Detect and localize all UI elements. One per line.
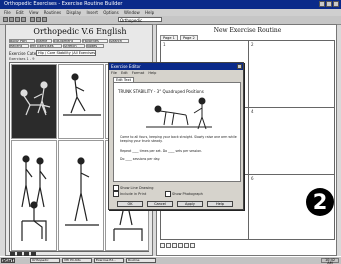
option-label: Include in Print xyxy=(120,192,147,196)
slot-label[interactable]: 4 xyxy=(251,109,254,114)
dialog-close-button[interactable] xyxy=(237,64,242,69)
exercise-thumbnail[interactable] xyxy=(11,140,57,251)
exercise-thumbnail[interactable] xyxy=(58,64,104,139)
page-icon[interactable] xyxy=(190,243,195,248)
menu-file[interactable]: File xyxy=(4,10,11,15)
paste-icon[interactable] xyxy=(42,17,47,22)
tab-recent[interactable]: Recent xyxy=(9,44,29,48)
menu-display[interactable]: Display xyxy=(66,10,81,15)
exercise-illustration xyxy=(146,97,212,130)
exercise-reps[interactable]: Repeat ____ times per set. Do ____ sets … xyxy=(120,149,238,153)
save-icon[interactable] xyxy=(15,17,20,22)
option-label: Show Line Drawing xyxy=(120,186,154,190)
page-icon[interactable] xyxy=(166,243,171,248)
checkbox-icon[interactable] xyxy=(165,191,171,197)
option-photograph[interactable]: Show Photograph xyxy=(165,191,203,197)
tab-favorites[interactable]: Favorites xyxy=(82,39,108,43)
print-icon[interactable] xyxy=(21,17,26,22)
taskbar-item[interactable]: Exercise Ed... xyxy=(94,258,124,263)
exercise-thumbnail[interactable] xyxy=(58,140,104,251)
dialog-menu-file[interactable]: File xyxy=(111,71,117,75)
copy-icon[interactable] xyxy=(36,17,41,22)
dialog-title-bar: Exercise Editor xyxy=(109,63,243,70)
screen: Orthopedic Exercises - Exercise Routine … xyxy=(0,0,341,264)
dialog-menu-edit[interactable]: Edit xyxy=(121,71,128,75)
library-title: Orthopedic V.6 English xyxy=(33,27,127,36)
cancel-button[interactable]: Cancel xyxy=(147,201,173,207)
slot-label[interactable]: 1 xyxy=(163,42,166,47)
slot-label[interactable]: 2 xyxy=(251,42,254,47)
dialog-title: Exercise Editor xyxy=(111,64,141,69)
tab-name[interactable]: Name xyxy=(36,39,52,43)
exercise-sessions[interactable]: Do ____ sessions per day. xyxy=(120,157,238,161)
slot-label[interactable]: 6 xyxy=(251,176,254,181)
close-button[interactable] xyxy=(333,1,339,7)
taskbar-item[interactable]: Routine xyxy=(126,258,156,263)
menu-bar: File Edit View Routines Display Insert O… xyxy=(0,9,341,16)
exercise-heading[interactable]: TRUNK STABILITY - 3° Quadruped Positions xyxy=(118,89,204,94)
taskbar: Start Orthopedic VHI PC-Kits Exercise Ed… xyxy=(0,256,341,264)
menu-insert[interactable]: Insert xyxy=(86,10,97,15)
option-label: Show Photograph xyxy=(172,192,203,196)
app-title-bar: Orthopedic Exercises - Exercise Routine … xyxy=(0,0,341,9)
exercise-thumbnail[interactable] xyxy=(11,64,57,139)
routine-toolbar xyxy=(160,243,195,248)
ok-button[interactable]: OK xyxy=(117,201,143,207)
category-select[interactable]: Hip / Core Stability (All Exercises) xyxy=(36,50,96,56)
grid-divider xyxy=(248,41,249,239)
menu-options[interactable]: Options xyxy=(103,10,118,15)
open-icon[interactable] xyxy=(9,17,14,22)
taskbar-item[interactable]: VHI PC-Kits xyxy=(62,258,92,263)
minimize-button[interactable] xyxy=(319,1,325,7)
routine-title: New Exercise Routine xyxy=(213,27,282,34)
menu-edit[interactable]: Edit xyxy=(16,10,24,15)
step-number-badge: 2 xyxy=(306,188,334,216)
menu-help[interactable]: Help xyxy=(145,10,154,15)
start-button[interactable]: Start xyxy=(1,258,15,263)
exercise-count: Exercises 1 - 9 xyxy=(9,57,35,61)
tab-search[interactable]: Search xyxy=(109,39,129,43)
page-icon[interactable] xyxy=(160,243,165,248)
page-icon[interactable] xyxy=(172,243,177,248)
taskbar-clock: 10:42 AM xyxy=(321,258,339,264)
page-icon[interactable] xyxy=(184,243,189,248)
dialog-menu-help[interactable]: Help xyxy=(148,71,156,75)
exercise-preview: TRUNK STABILITY - 3° Quadruped Positions… xyxy=(113,82,241,182)
checkbox-icon[interactable] xyxy=(113,191,119,197)
maximize-button[interactable] xyxy=(326,1,332,7)
page-icon[interactable] xyxy=(178,243,183,248)
tab-body-part[interactable]: Body Part xyxy=(9,39,35,43)
library-tabs: Body Part Name Equipment Favorites Searc… xyxy=(9,39,149,49)
option-include-print[interactable]: Include in Print xyxy=(113,191,146,197)
tab-stretch[interactable]: Stretch xyxy=(63,44,85,48)
app-title: Orthopedic Exercises - Exercise Routine … xyxy=(4,1,123,7)
cut-icon[interactable] xyxy=(30,17,35,22)
new-icon[interactable] xyxy=(3,17,8,22)
apply-button[interactable]: Apply xyxy=(177,201,203,207)
tab-equipment[interactable]: Equipment xyxy=(53,39,81,43)
tab-notes[interactable]: Notes xyxy=(86,44,104,48)
dialog-menu: File Edit Format Help xyxy=(111,71,159,75)
taskbar-item[interactable]: Orthopedic xyxy=(30,258,60,263)
dialog-menu-format[interactable]: Format xyxy=(132,71,144,75)
tab-my-exercises[interactable]: My Exercises xyxy=(30,44,62,48)
help-button[interactable]: Help xyxy=(207,201,233,207)
menu-view[interactable]: View xyxy=(29,10,39,15)
language-select[interactable]: Orthopedic xyxy=(118,17,162,23)
menu-window[interactable]: Window xyxy=(124,10,140,15)
menu-routines[interactable]: Routines xyxy=(44,10,61,15)
exercise-instructions[interactable]: Come to all fours, keeping your back str… xyxy=(120,135,238,143)
exercise-editor-dialog: Exercise Editor File Edit Format Help Ed… xyxy=(108,62,244,210)
